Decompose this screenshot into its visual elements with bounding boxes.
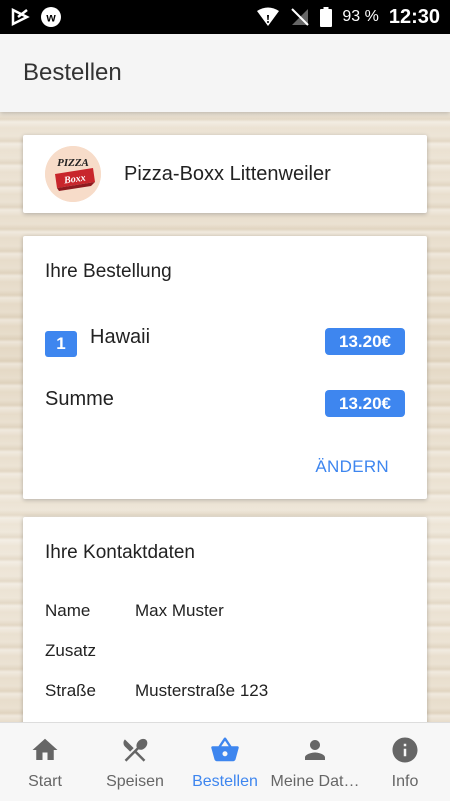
info-icon	[392, 737, 418, 763]
status-bar: w 93 % 12:30	[0, 0, 450, 34]
contact-title: Ihre Kontaktdaten	[45, 542, 195, 563]
contact-label: Straße	[45, 681, 97, 700]
battery-icon	[320, 7, 333, 27]
order-title: Ihre Bestellung	[45, 261, 172, 282]
content-area[interactable]: PIZZA Boxx Pizza-Boxx Littenweiler Ihre …	[0, 112, 450, 722]
nav-start[interactable]: Start	[0, 723, 90, 801]
restaurant-logo: PIZZA Boxx	[45, 146, 101, 202]
restaurant-name: Pizza-Boxx Littenweiler	[124, 162, 331, 185]
wifi-icon	[256, 7, 280, 27]
bottom-navigation: Start Speisen Bestellen Meine Dat… Info	[0, 722, 450, 801]
restaurant-card[interactable]: PIZZA Boxx Pizza-Boxx Littenweiler	[23, 135, 427, 213]
svg-text:PIZZA: PIZZA	[57, 157, 89, 169]
svg-text:w: w	[45, 11, 56, 25]
sum-price-badge: 13.20€	[325, 390, 405, 417]
nav-label: Info	[391, 773, 419, 790]
nav-label: Meine Dat…	[270, 773, 360, 790]
contact-row-zusatz[interactable]: Zusatz	[45, 641, 135, 661]
basket-icon	[211, 737, 239, 762]
contact-label: Zusatz	[45, 641, 97, 660]
nav-label: Speisen	[106, 773, 164, 790]
nav-meine-daten[interactable]: Meine Dat…	[270, 723, 360, 801]
home-icon	[32, 738, 58, 760]
contact-value: Musterstraße 123	[135, 681, 269, 700]
sum-label: Summe	[45, 388, 114, 410]
item-price-badge: 13.20€	[325, 328, 405, 355]
contact-row-street[interactable]: Straße Musterstraße 123	[45, 681, 268, 701]
nav-label: Start	[28, 773, 62, 790]
clock: 12:30	[388, 5, 440, 28]
item-name: Hawaii	[90, 326, 151, 348]
nav-bestellen[interactable]: Bestellen	[180, 723, 270, 801]
app-bar: Bestellen	[0, 34, 450, 112]
w-notification-icon: w	[40, 6, 62, 28]
contact-value: Max Muster	[135, 601, 224, 620]
order-card: Ihre Bestellung 1 Hawaii 13.20€ Summe 13…	[23, 236, 427, 499]
change-order-button[interactable]: ÄNDERN	[315, 457, 389, 477]
contact-card: Ihre Kontaktdaten Name Max Muster Zusatz…	[23, 517, 427, 722]
nav-label: Bestellen	[192, 773, 258, 790]
nav-info[interactable]: Info	[360, 723, 450, 801]
contact-label: Name	[45, 601, 91, 620]
item-quantity-badge: 1	[45, 331, 77, 357]
battery-percent: 93 %	[342, 8, 379, 25]
contact-row-name[interactable]: Name Max Muster	[45, 601, 224, 621]
nav-speisen[interactable]: Speisen	[90, 723, 180, 801]
app-notification-icon	[10, 7, 30, 27]
cutlery-icon	[123, 738, 148, 762]
person-icon	[305, 740, 325, 760]
page-title: Bestellen	[23, 59, 122, 86]
no-signal-icon	[290, 7, 310, 27]
